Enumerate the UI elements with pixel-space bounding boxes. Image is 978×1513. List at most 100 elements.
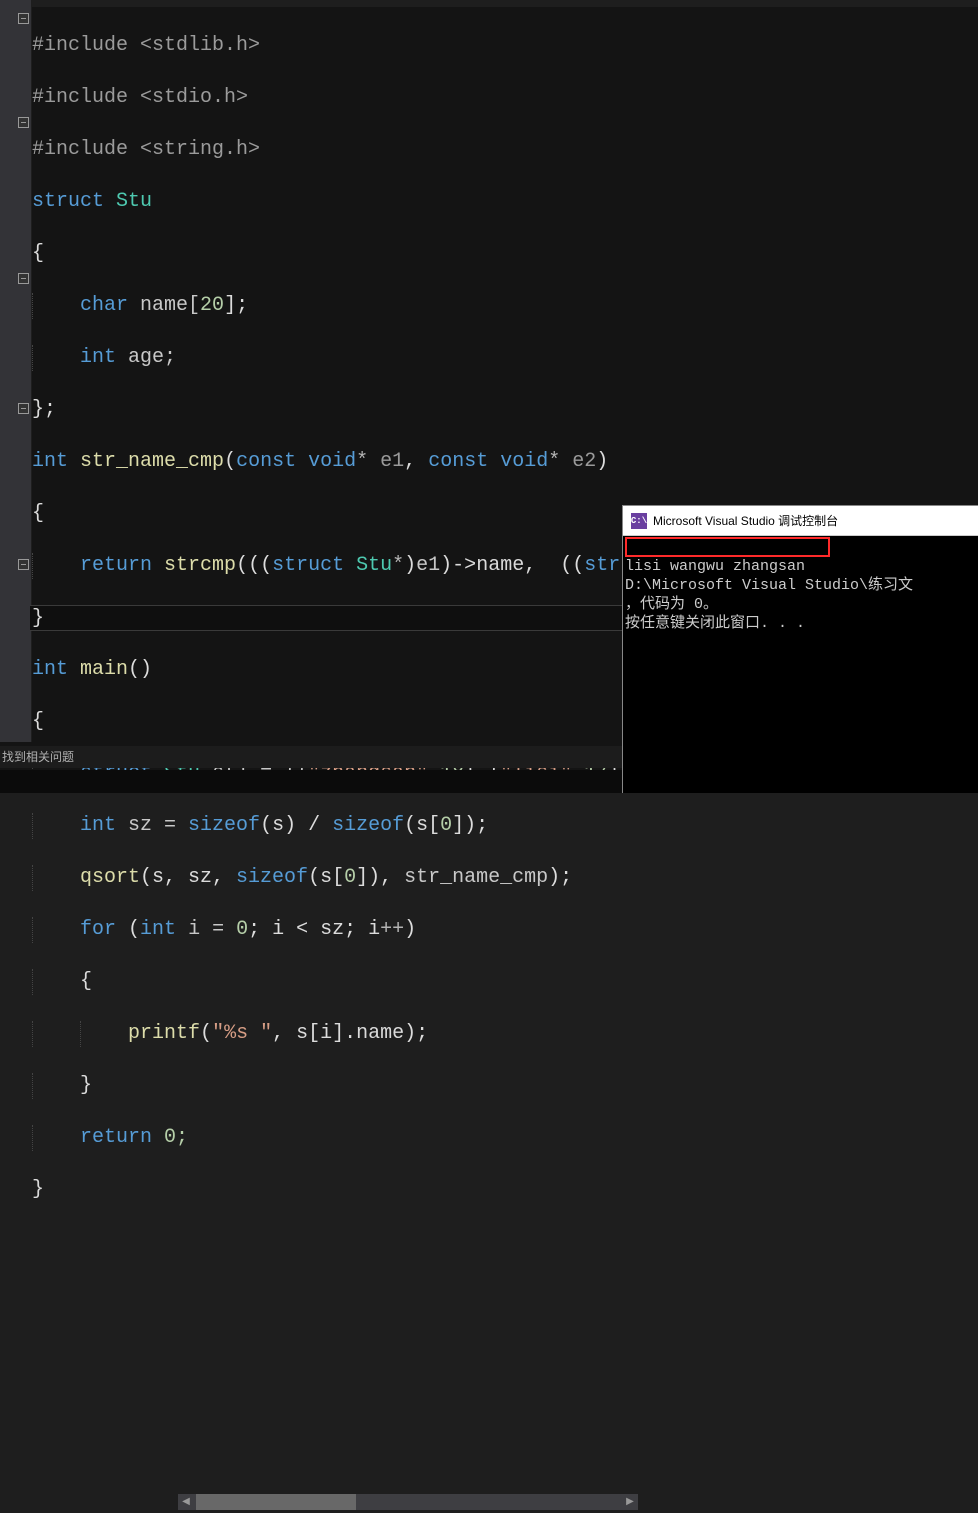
punct: ]; — [224, 294, 248, 317]
punct: ); — [404, 1022, 428, 1045]
num: 0; — [152, 1126, 188, 1149]
console-output[interactable]: lisi wangwu zhangsan D:\Microsoft Visual… — [623, 536, 978, 671]
console-line: lisi wangwu zhangsan — [625, 558, 805, 575]
code-line[interactable]: char name[20]; — [32, 293, 860, 319]
brace: }; — [32, 398, 56, 421]
code-line[interactable]: return 0; — [32, 1125, 860, 1151]
scrollbar-thumb[interactable] — [196, 1494, 356, 1510]
fold-toggle[interactable] — [18, 117, 29, 128]
punct: (s[ — [404, 814, 440, 837]
punct: ; i < sz; i — [248, 918, 380, 941]
kw-return: return — [80, 554, 152, 577]
kw-for: for — [80, 918, 116, 941]
fn-strcmp: strcmp — [164, 554, 236, 577]
pp-directive: #include — [32, 86, 128, 109]
punct: ) — [404, 554, 416, 577]
punct: ) — [596, 450, 608, 473]
kw-char: char — [80, 294, 128, 317]
annotation-box — [625, 537, 830, 557]
brace: } — [32, 1178, 44, 1201]
num: 0 — [440, 814, 452, 837]
punct: , s[i]. — [272, 1022, 356, 1045]
param: e1 — [368, 450, 404, 473]
console-line: D:\Microsoft Visual Studio\练习文 — [625, 577, 913, 594]
code-line[interactable]: #include <string.h> — [32, 137, 860, 163]
code-line[interactable]: for (int i = 0; i < sz; i++) — [32, 917, 860, 943]
code-line[interactable]: } — [32, 1073, 860, 1099]
num: 0 — [236, 918, 248, 941]
punct: ]); — [452, 814, 488, 837]
op: * — [392, 554, 404, 577]
code-line[interactable]: { — [32, 969, 860, 995]
punct: ) — [404, 918, 416, 941]
console-icon: C:\ — [631, 513, 647, 529]
string: "%s " — [212, 1022, 272, 1045]
fn-printf: printf — [128, 1022, 200, 1045]
fn-name: str_name_cmp — [80, 450, 224, 473]
kw-void: void — [500, 450, 548, 473]
decl: age; — [116, 346, 176, 369]
punct: , — [404, 450, 416, 473]
pp-arg: <stdio.h> — [128, 86, 248, 109]
code-line[interactable]: #include <stdlib.h> — [32, 33, 860, 59]
op: * — [548, 450, 560, 473]
var: e1 — [416, 554, 440, 577]
code-line[interactable]: int age; — [32, 345, 860, 371]
op: ++ — [380, 918, 404, 941]
brace: { — [32, 710, 44, 733]
top-ruler — [32, 0, 978, 7]
code-line[interactable]: #include <stdio.h> — [32, 85, 860, 111]
fold-toggle[interactable] — [18, 273, 29, 284]
code-line[interactable]: struct Stu — [32, 189, 860, 215]
brace: { — [32, 242, 44, 265]
brace: } — [80, 1074, 92, 1097]
punct: ( — [224, 450, 236, 473]
kw-int: int — [80, 814, 116, 837]
scroll-left-icon[interactable]: ◀ — [178, 1494, 194, 1510]
code-line[interactable]: int sz = sizeof(s) / sizeof(s[0]); — [32, 813, 860, 839]
var: str_name_cmp — [404, 866, 548, 889]
code-line[interactable]: printf("%s ", s[i].name); — [32, 1021, 860, 1047]
punct: (s) / — [260, 814, 332, 837]
debug-console-window[interactable]: C:\ Microsoft Visual Studio 调试控制台 lisi w… — [622, 505, 978, 793]
kw-struct: struct — [272, 554, 344, 577]
punct: ); — [548, 866, 572, 889]
fold-toggle[interactable] — [18, 559, 29, 570]
brace: { — [80, 970, 92, 993]
punct: () — [128, 658, 152, 681]
param: e2 — [560, 450, 596, 473]
punct: )-> — [440, 554, 476, 577]
pp-arg: <stdlib.h> — [128, 34, 260, 57]
punct: (s[ — [308, 866, 344, 889]
brace: { — [32, 502, 44, 525]
kw-int: int — [140, 918, 176, 941]
fold-toggle[interactable] — [18, 403, 29, 414]
kw-return: return — [80, 1126, 152, 1149]
kw-int: int — [32, 658, 68, 681]
code-line[interactable]: qsort(s, sz, sizeof(s[0]), str_name_cmp)… — [32, 865, 860, 891]
fold-toggle[interactable] — [18, 13, 29, 24]
console-line: ，代码为 0。 — [625, 596, 718, 613]
kw-void: void — [308, 450, 356, 473]
num: 20 — [200, 294, 224, 317]
console-line: 按任意键关闭此窗口. . . — [625, 615, 805, 632]
member: name — [476, 554, 524, 577]
gutter[interactable] — [0, 0, 32, 742]
horizontal-scrollbar[interactable]: ◀ ▶ — [178, 1494, 638, 1510]
console-titlebar[interactable]: C:\ Microsoft Visual Studio 调试控制台 — [623, 506, 978, 536]
var: i = — [176, 918, 236, 941]
code-line[interactable]: { — [32, 241, 860, 267]
pp-directive: #include — [32, 138, 128, 161]
var: sz = — [116, 814, 188, 837]
scroll-right-icon[interactable]: ▶ — [622, 1494, 638, 1510]
status-text: 找到相关问题 — [0, 750, 74, 764]
code-line[interactable]: }; — [32, 397, 860, 423]
code-line[interactable]: } — [32, 1177, 860, 1203]
kw-int: int — [80, 346, 116, 369]
punct: (s, sz, — [140, 866, 236, 889]
pp-arg: <string.h> — [128, 138, 260, 161]
code-line[interactable]: int str_name_cmp(const void* e1, const v… — [32, 449, 860, 475]
pp-directive: #include — [32, 34, 128, 57]
type-name: Stu — [356, 554, 392, 577]
op: * — [356, 450, 368, 473]
